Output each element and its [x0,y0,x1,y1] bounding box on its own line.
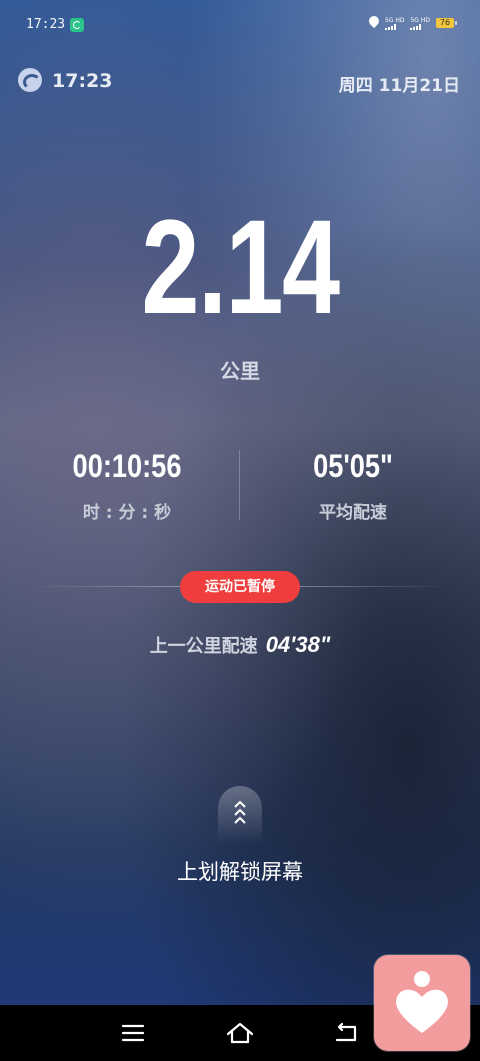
header-time: 17:23 [52,70,113,92]
last-km-pace: 上一公里配速 04'38" [0,632,480,658]
divider-line [300,586,450,587]
back-icon[interactable] [330,1017,362,1049]
sports-app-icon [18,68,42,92]
distance-value: 2.14 [141,193,340,342]
last-km-pace-label: 上一公里配速 [149,636,258,657]
battery-icon: 76 [436,18,457,28]
status-bar: 17:23 5G HD 5G HD 76 [0,0,480,48]
sim1-label: 5G HD [384,16,405,24]
unlock-hint: 上划解锁屏幕 [177,860,303,884]
last-km-pace-value: 04'38" [265,632,331,657]
paused-status-badge: 运动已暂停 [180,571,300,603]
stat-divider [239,450,240,520]
floating-widget[interactable] [374,955,470,1051]
heart-person-icon [390,967,454,1037]
menu-icon[interactable] [117,1017,149,1049]
distance-unit: 公里 [220,359,260,383]
signal-bars-icon [384,23,396,30]
avg-pace-label: 平均配速 [319,503,387,523]
signal-sim1: 5G HD [384,16,405,30]
signal-bars-icon [410,23,422,30]
location-icon [369,16,379,30]
header-date: 周四 11月21日 [338,76,460,96]
duration-value: 00:10:56 [72,448,182,484]
unlock-handle[interactable] [218,786,262,844]
divider-line [30,586,180,587]
duration-label: 时 : 分 : 秒 [82,503,172,523]
avg-pace-value: 05'05" [313,448,393,484]
status-indicators: 5G HD 5G HD 76 [369,16,457,30]
home-icon[interactable] [224,1017,256,1049]
app-notification-icon [70,18,84,32]
sim2-label: 5G HD [410,16,430,24]
chevron-up-icon [234,816,246,828]
status-time: 17:23 [26,17,66,32]
signal-sim2: 5G HD [410,17,430,30]
